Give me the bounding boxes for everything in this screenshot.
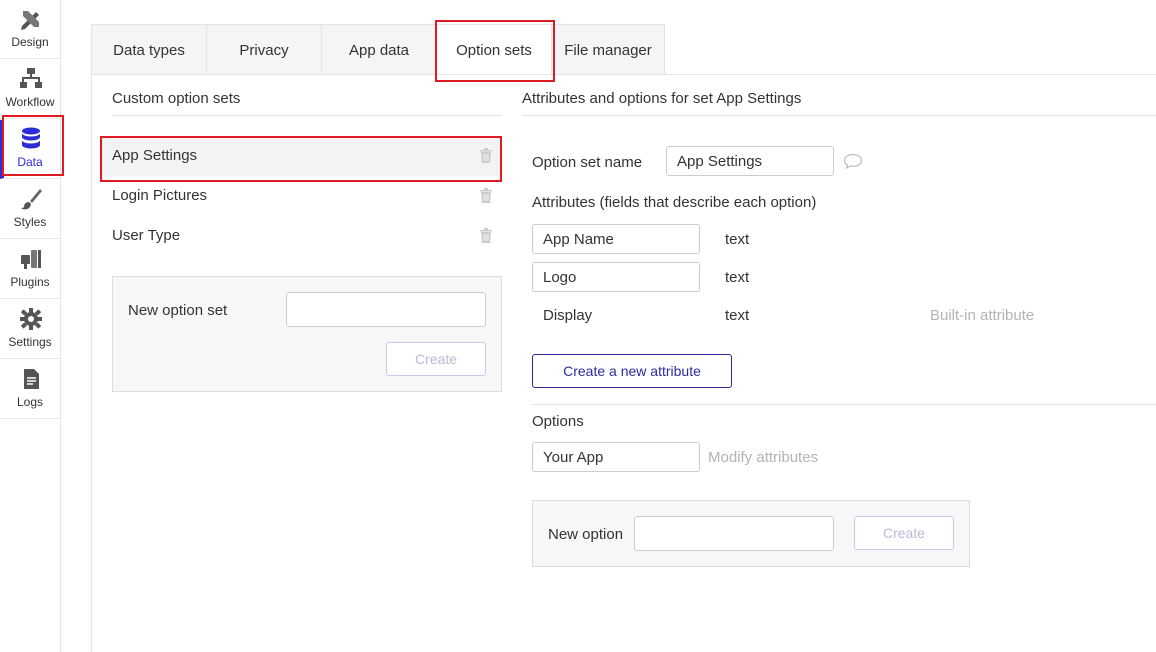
right-heading-divider bbox=[522, 115, 1156, 116]
comment-icon[interactable] bbox=[843, 153, 863, 170]
sidebar-item-plugins[interactable]: Plugins bbox=[0, 240, 60, 299]
attribute-name-input[interactable] bbox=[532, 224, 700, 254]
sidebar-item-label: Plugins bbox=[10, 275, 50, 289]
option-value-input[interactable] bbox=[532, 442, 700, 472]
tabs-divider bbox=[665, 74, 1156, 75]
attribute-name-input[interactable] bbox=[532, 262, 700, 292]
new-option-set-input[interactable] bbox=[286, 292, 486, 327]
brush-icon bbox=[18, 186, 44, 212]
gear-icon bbox=[18, 306, 44, 332]
tab-privacy[interactable]: Privacy bbox=[207, 25, 322, 74]
option-set-name: User Type bbox=[112, 227, 181, 244]
plug-icon bbox=[18, 246, 44, 272]
tab-app-data[interactable]: App data bbox=[322, 25, 437, 74]
attribute-type: text bbox=[725, 307, 750, 324]
new-option-input[interactable] bbox=[634, 516, 834, 551]
attributes-heading: Attributes (fields that describe each op… bbox=[532, 194, 817, 211]
new-option-panel: New option Create bbox=[532, 500, 970, 567]
option-set-name: Login Pictures bbox=[112, 187, 208, 204]
options-divider bbox=[532, 404, 1156, 405]
tab-data-types[interactable]: Data types bbox=[92, 25, 207, 74]
design-icon bbox=[18, 6, 44, 32]
sidebar-item-label: Styles bbox=[13, 215, 47, 229]
highlight-data-nav bbox=[2, 115, 64, 176]
highlight-app-settings bbox=[100, 136, 502, 182]
option-set-name-input[interactable] bbox=[666, 146, 834, 176]
modify-attributes-link[interactable]: Modify attributes bbox=[708, 449, 818, 466]
tab-file-manager[interactable]: File manager bbox=[552, 25, 664, 74]
sidebar-item-logs[interactable]: Logs bbox=[0, 360, 60, 419]
attribute-type[interactable]: text bbox=[725, 231, 749, 248]
sidebar-item-label: Settings bbox=[8, 335, 52, 349]
new-option-set-label: New option set bbox=[128, 302, 228, 319]
new-option-set-panel: New option set Create bbox=[112, 276, 502, 392]
document-icon bbox=[18, 366, 44, 392]
tab-bar: Data types Privacy App data Option sets … bbox=[91, 24, 665, 75]
sidebar-item-label: Logs bbox=[16, 395, 44, 409]
create-attribute-button[interactable]: Create a new attribute bbox=[532, 354, 732, 388]
highlight-option-sets-tab bbox=[435, 20, 555, 82]
sidebar-item-styles[interactable]: Styles bbox=[0, 180, 60, 239]
trash-icon[interactable] bbox=[480, 228, 492, 243]
sidebar-item-label: Design bbox=[11, 35, 49, 49]
new-option-label: New option bbox=[548, 526, 624, 543]
options-heading: Options bbox=[532, 413, 584, 430]
create-option-button[interactable]: Create bbox=[854, 516, 954, 550]
left-heading-divider bbox=[112, 115, 502, 116]
sidebar-item-workflow[interactable]: Workflow bbox=[0, 60, 60, 119]
option-set-name-label: Option set name bbox=[532, 154, 643, 171]
built-in-attribute-note: Built-in attribute bbox=[930, 307, 1035, 324]
option-set-item[interactable]: Login Pictures bbox=[102, 176, 500, 216]
trash-icon[interactable] bbox=[480, 188, 492, 203]
attribute-type[interactable]: text bbox=[725, 269, 749, 286]
attributes-options-heading: Attributes and options for set App Setti… bbox=[522, 90, 802, 107]
workflow-icon bbox=[18, 66, 44, 92]
create-option-set-button[interactable]: Create bbox=[386, 342, 486, 376]
content-border bbox=[91, 24, 92, 652]
sidebar-item-label: Workflow bbox=[5, 95, 55, 109]
option-set-item[interactable]: User Type bbox=[102, 216, 500, 256]
attribute-name: Display bbox=[543, 307, 593, 324]
sidebar-item-design[interactable]: Design bbox=[0, 0, 60, 59]
sidebar-item-settings[interactable]: Settings bbox=[0, 300, 60, 359]
custom-option-sets-heading: Custom option sets bbox=[112, 90, 241, 107]
left-sidebar: Design Workflow Data Styles Plugins Sett… bbox=[0, 0, 61, 652]
